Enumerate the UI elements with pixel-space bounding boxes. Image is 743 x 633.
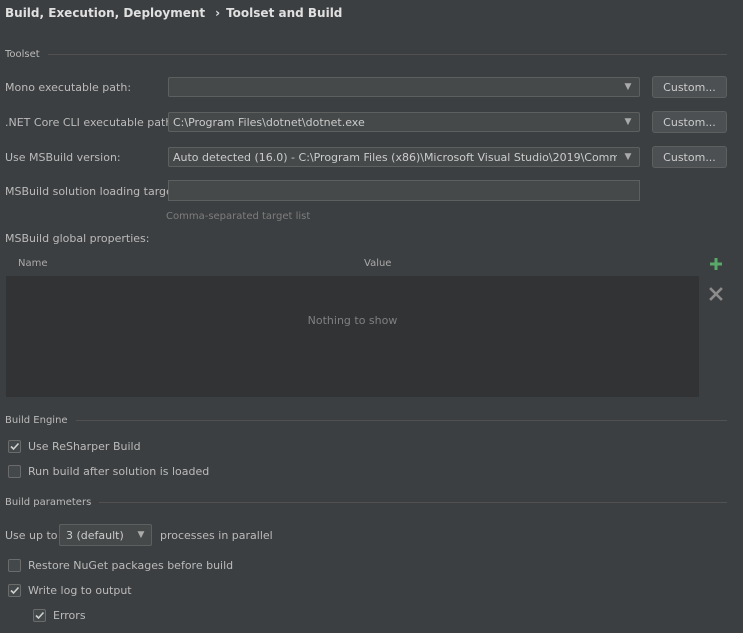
- chevron-down-icon[interactable]: ▼: [617, 152, 639, 162]
- msbuild-global-properties-label: MSBuild global properties:: [5, 232, 150, 245]
- parallel-processes-value: 3 (default): [66, 528, 124, 542]
- chevron-down-icon[interactable]: ▼: [131, 530, 151, 540]
- use-up-to-label: Use up to: [5, 529, 58, 542]
- msbuild-version-value: Auto detected (16.0) - C:\Program Files …: [173, 150, 617, 164]
- breadcrumb: Build, Execution, Deployment › Toolset and…: [5, 6, 342, 20]
- dotnet-path-value: C:\Program Files\dotnet\dotnet.exe: [173, 115, 365, 129]
- use-resharper-build-row[interactable]: Use ReSharper Build: [8, 440, 141, 453]
- restore-nuget-label: Restore NuGet packages before build: [28, 559, 234, 572]
- mono-custom-button[interactable]: Custom...: [652, 76, 727, 98]
- restore-nuget-checkbox[interactable]: [8, 559, 21, 572]
- run-build-after-load-checkbox[interactable]: [8, 465, 21, 478]
- plus-icon[interactable]: [708, 256, 724, 272]
- column-value-header[interactable]: Value: [364, 258, 391, 269]
- write-log-label: Write log to output: [28, 584, 132, 597]
- msbuild-targets-input[interactable]: [168, 180, 640, 201]
- breadcrumb-current: Toolset and Build: [226, 6, 343, 20]
- msbuild-custom-button[interactable]: Custom...: [652, 146, 727, 168]
- chevron-down-icon[interactable]: ▼: [617, 82, 639, 92]
- dotnet-path-label: .NET Core CLI executable path:: [5, 116, 176, 129]
- global-properties-table[interactable]: Name Value Nothing to show: [5, 253, 700, 398]
- msbuild-targets-hint: Comma-separated target list: [166, 211, 311, 222]
- dotnet-path-combo[interactable]: C:\Program Files\dotnet\dotnet.exe ▼: [168, 112, 640, 132]
- msbuild-version-combo[interactable]: Auto detected (16.0) - C:\Program Files …: [168, 147, 640, 167]
- checkmark-icon: [10, 586, 20, 595]
- section-toolset: Toolset: [5, 47, 727, 61]
- breadcrumb-parent[interactable]: Build, Execution, Deployment: [5, 6, 205, 20]
- breadcrumb-separator: ›: [215, 6, 221, 20]
- section-build-engine: Build Engine: [5, 413, 727, 427]
- use-resharper-build-checkbox[interactable]: [8, 440, 21, 453]
- section-build-parameters: Build parameters: [5, 495, 727, 509]
- section-build-engine-title: Build Engine: [5, 414, 68, 426]
- checkmark-icon: [35, 611, 45, 620]
- mono-path-combo[interactable]: ▼: [168, 77, 640, 97]
- errors-checkbox[interactable]: [33, 609, 46, 622]
- section-divider: [75, 419, 727, 421]
- table-header: Name Value: [6, 254, 699, 276]
- processes-in-parallel-label: processes in parallel: [160, 529, 273, 542]
- chevron-down-icon[interactable]: ▼: [617, 117, 639, 127]
- dotnet-custom-button[interactable]: Custom...: [652, 111, 727, 133]
- table-empty-text: Nothing to show: [307, 314, 398, 327]
- errors-row[interactable]: Errors: [33, 609, 86, 622]
- msbuild-targets-label: MSBuild solution loading targets:: [5, 185, 187, 198]
- section-divider: [47, 53, 727, 55]
- mono-path-label: Mono executable path:: [5, 81, 132, 94]
- restore-nuget-row[interactable]: Restore NuGet packages before build: [8, 559, 233, 572]
- write-log-checkbox[interactable]: [8, 584, 21, 597]
- parallel-processes-combo[interactable]: 3 (default) ▼: [59, 524, 152, 546]
- section-toolset-title: Toolset: [5, 48, 40, 60]
- use-resharper-build-label: Use ReSharper Build: [28, 440, 141, 453]
- errors-label: Errors: [53, 609, 86, 622]
- column-name-header[interactable]: Name: [18, 258, 48, 269]
- msbuild-version-label: Use MSBuild version:: [5, 151, 121, 164]
- section-build-parameters-title: Build parameters: [5, 496, 92, 508]
- section-divider: [99, 501, 727, 503]
- run-build-after-load-row[interactable]: Run build after solution is loaded: [8, 465, 209, 478]
- remove-icon[interactable]: [708, 286, 724, 302]
- write-log-row[interactable]: Write log to output: [8, 584, 132, 597]
- checkmark-icon: [10, 442, 20, 451]
- run-build-after-load-label: Run build after solution is loaded: [28, 465, 210, 478]
